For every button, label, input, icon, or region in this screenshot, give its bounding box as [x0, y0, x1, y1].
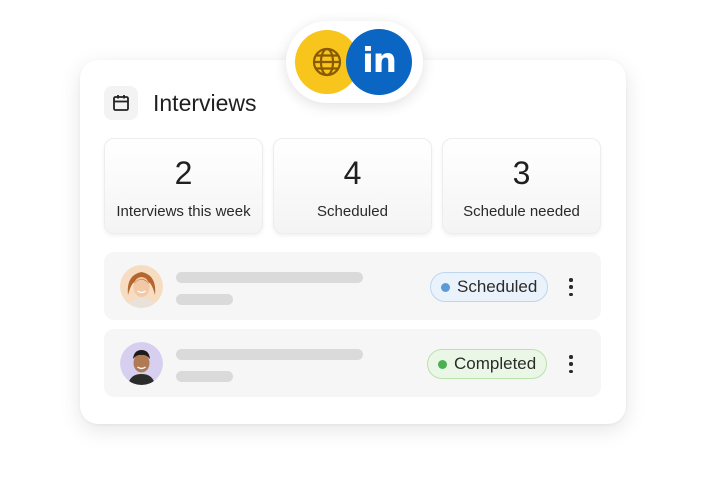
status-dot — [438, 359, 447, 369]
stat-scheduled[interactable]: 4 Scheduled — [273, 138, 432, 234]
avatar — [120, 342, 163, 385]
detail-placeholder — [176, 294, 233, 305]
name-placeholder — [176, 272, 363, 283]
calendar-icon — [104, 86, 138, 120]
name-placeholder — [176, 349, 363, 360]
detail-placeholder — [176, 371, 233, 382]
avatar — [120, 265, 163, 308]
stat-label: Schedule needed — [463, 203, 580, 220]
more-options-icon[interactable] — [561, 354, 581, 374]
status-dot — [441, 282, 450, 292]
status-label: Scheduled — [457, 277, 538, 296]
status-badge: Completed — [427, 349, 548, 379]
linkedin-icon[interactable]: in — [346, 29, 412, 95]
stat-schedule-needed[interactable]: 3 Schedule needed — [442, 138, 601, 234]
more-options-icon[interactable] — [561, 277, 581, 297]
page-title: Interviews — [153, 89, 257, 116]
integrations-pill: in — [286, 21, 423, 103]
stat-value: 2 — [174, 155, 193, 191]
interview-list: Scheduled Completed — [104, 252, 601, 406]
card-header: Interviews — [104, 86, 257, 120]
stat-label: Interviews this week — [116, 203, 251, 220]
stat-value: 3 — [512, 155, 531, 191]
stat-label: Scheduled — [317, 203, 388, 220]
stat-interviews-this-week[interactable]: 2 Interviews this week — [104, 138, 263, 234]
stats-row: 2 Interviews this week 4 Scheduled 3 Sch… — [104, 138, 601, 234]
stat-value: 4 — [343, 155, 362, 191]
interviews-card: Interviews 2 Interviews this week 4 Sche… — [80, 60, 626, 424]
status-label: Completed — [454, 354, 537, 373]
list-item[interactable]: Scheduled — [104, 252, 601, 320]
list-item[interactable]: Completed — [104, 329, 601, 397]
status-badge: Scheduled — [430, 272, 549, 302]
